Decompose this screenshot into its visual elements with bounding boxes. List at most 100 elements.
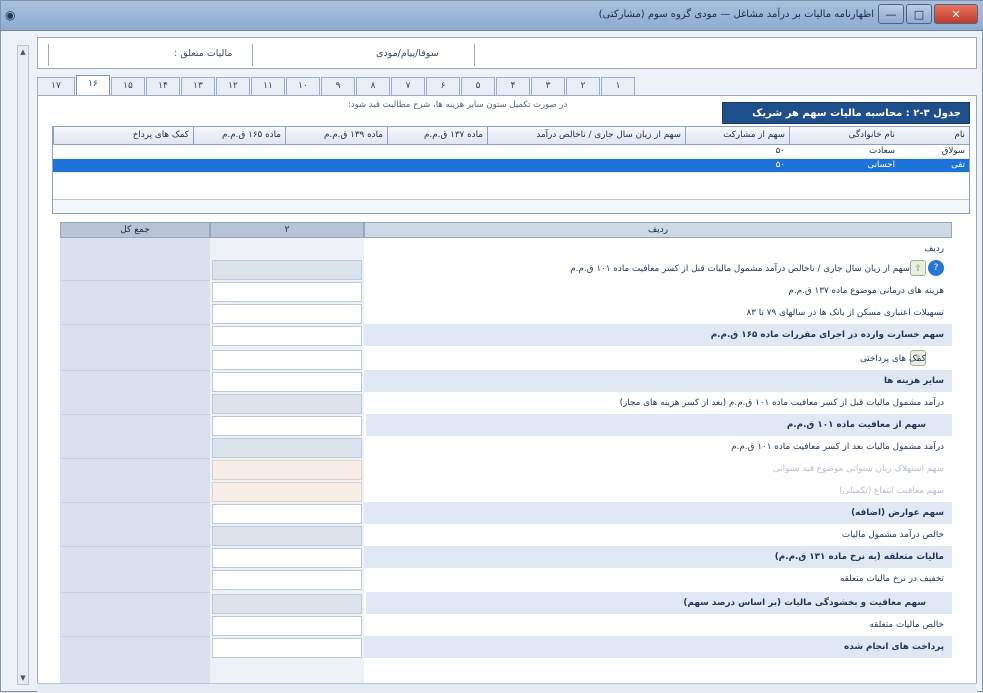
col-header-165[interactable]: ماده ۱۶۵ ق.م.م — [193, 127, 285, 145]
row-label: درآمد مشمول مالیات قبل از کسر معافیت ماد… — [619, 398, 944, 408]
value-field[interactable] — [212, 282, 362, 302]
tab-2[interactable]: ۲ — [566, 77, 600, 95]
row-label: سهم عوارض (اضافه) — [364, 502, 952, 524]
row-label: هزینه های درمانی موضوع ماده ۱۳۷ ق.م.م — [788, 286, 944, 296]
table-row[interactable]: سولاق سعادت ۵۰ — [53, 145, 969, 159]
tab-15[interactable]: ۱۵ — [111, 77, 145, 95]
row-share: ۵۰ — [775, 160, 785, 170]
value-field[interactable] — [212, 482, 362, 502]
row-share: ۵۰ — [775, 146, 785, 156]
partners-grid[interactable]: نام نام خانوادگی سهم از مشارکت سهم از زی… — [52, 126, 970, 214]
tab-8[interactable]: ۸ — [356, 77, 390, 95]
divider — [60, 636, 210, 637]
left-vertical-scrollbar[interactable]: ▲ ▼ — [17, 45, 29, 685]
col-header-income[interactable]: سهم از زیان سال جاری / ناخالص درآمد — [487, 127, 685, 145]
table-row-selected[interactable]: تقی احسانی ۵۰ — [53, 159, 969, 173]
col-header-name[interactable]: نام — [899, 127, 969, 145]
row-family: احسانی — [867, 160, 895, 170]
divider — [48, 44, 49, 66]
tab-12[interactable]: ۱۲ — [216, 77, 250, 95]
col-header-share[interactable]: سهم از مشارکت — [685, 127, 789, 145]
col-header-139[interactable]: ماده ۱۳۹ ق.م.م — [285, 127, 387, 145]
grid-header: نام نام خانوادگی سهم از مشارکت سهم از زی… — [53, 127, 969, 145]
row-label: پرداخت های انجام شده — [364, 636, 952, 658]
col-header-family[interactable]: نام خانوادگی — [789, 127, 899, 145]
calculation-panel: جمع کل ۲ ردیف ردیف ? ⇧ سهم از زیان سال ج… — [60, 222, 952, 684]
tab-5[interactable]: ۵ — [461, 77, 495, 95]
row-name: تقی — [951, 160, 965, 170]
value-field[interactable] — [212, 526, 362, 546]
value-field[interactable] — [212, 504, 362, 524]
app-icon: ◉ — [5, 8, 16, 22]
row-label: تخفیف در نرخ مالیات متعلقه — [839, 574, 944, 584]
maximize-button[interactable]: □ — [906, 4, 932, 24]
row-label: درآمد مشمول مالیات بعد از کسر معافیت ماد… — [731, 442, 944, 452]
company-label: سوفا/پیام/مودی — [376, 48, 439, 59]
tab-strip: ۱۷ ۱۶ ۱۵ ۱۴ ۱۳ ۱۲ ۱۱ ۱۰ ۹ ۸ ۷ ۶ ۵ ۴ ۳ ۲ … — [37, 75, 717, 95]
value-field[interactable] — [212, 594, 362, 614]
minimize-button[interactable]: — — [878, 4, 904, 24]
row-label: خالص درآمد مشمول مالیات — [841, 530, 944, 540]
tab-6[interactable]: ۶ — [426, 77, 460, 95]
row-label: ردیف — [924, 244, 944, 254]
col-header-label: ردیف — [364, 222, 952, 238]
tab-14[interactable]: ۱۴ — [146, 77, 180, 95]
income-tax-label: مالیات متعلق : — [174, 48, 233, 59]
divider — [60, 324, 210, 325]
row-label: سهم از معافیت ماده ۱۰۱ ق.م.م — [366, 414, 952, 436]
total-column — [60, 238, 210, 684]
tab-11[interactable]: ۱۱ — [251, 77, 285, 95]
value-field[interactable] — [212, 326, 362, 346]
section-heading: جدول ۳-۲ : محاسبه مالیات سهم هر شریک — [722, 102, 970, 124]
divider — [60, 370, 210, 371]
top-info-panel: مالیات متعلق : سوفا/پیام/مودی — [37, 37, 977, 69]
value-field[interactable] — [212, 638, 362, 658]
row-label: سهم خسارت وارده در اجرای مقررات ماده ۱۶۵… — [364, 324, 952, 346]
value-field[interactable] — [212, 416, 362, 436]
divider — [60, 280, 210, 281]
value-field[interactable] — [212, 616, 362, 636]
tab-9[interactable]: ۹ — [321, 77, 355, 95]
col-header-137[interactable]: ماده ۱۳۷ ق.م.م — [387, 127, 487, 145]
divider — [60, 414, 210, 415]
tab-content-panel: در صورت تکمیل ستون سایر هزینه ها، شرح مط… — [37, 95, 977, 685]
row-label: تسهیلات اعتباری مسکن از بانک ها در سالها… — [746, 308, 944, 318]
row-label: مالیات متعلقه (به نرخ ماده ۱۳۱ ق.م.م) — [364, 546, 952, 568]
hint-text: در صورت تکمیل ستون سایر هزینه ها، شرح مط… — [348, 100, 568, 110]
close-button[interactable]: ✕ — [934, 4, 978, 24]
value-field[interactable] — [212, 260, 362, 280]
value-field[interactable] — [212, 372, 362, 392]
row-label: سهم از زیان سال جاری / ناخالص درآمد مشمو… — [570, 264, 910, 274]
scroll-up-arrow-icon[interactable]: ▲ — [18, 46, 28, 58]
tab-16[interactable]: ۱۶ — [76, 75, 110, 95]
value-field[interactable] — [212, 304, 362, 324]
tab-17[interactable]: ۱۷ — [37, 77, 75, 95]
tab-13[interactable]: ۱۳ — [181, 77, 215, 95]
row-label: سهم استهلاک زیان سنواتی موضوع قید سنواتی — [772, 464, 944, 474]
value-field[interactable] — [212, 394, 362, 414]
value-field[interactable] — [212, 460, 362, 480]
divider — [60, 592, 210, 593]
tab-3[interactable]: ۳ — [531, 77, 565, 95]
tab-1[interactable]: ۱ — [601, 77, 635, 95]
tab-10[interactable]: ۱۰ — [286, 77, 320, 95]
value-field[interactable] — [212, 350, 362, 370]
row-label: خالص مالیات متعلقه — [869, 620, 944, 630]
row-family: سعادت — [869, 146, 895, 156]
main-window: ◉ اظهارنامه مالیات بر درآمد مشاغل — مودی… — [0, 0, 983, 693]
value-field[interactable] — [212, 570, 362, 590]
tab-7[interactable]: ۷ — [391, 77, 425, 95]
grid-horizontal-scrollbar[interactable] — [53, 199, 969, 213]
row-label: سهم معافیت و بخشودگی مالیات (بر اساس درص… — [366, 592, 952, 614]
row-label: کمک های پرداختی — [859, 354, 926, 364]
divider — [60, 502, 210, 503]
window-title: اظهارنامه مالیات بر درآمد مشاغل — مودی گ… — [598, 9, 874, 20]
value-field[interactable] — [212, 438, 362, 458]
value-field[interactable] — [212, 548, 362, 568]
row-label: سهم معافیت انتفاع (تکمیلی) — [839, 486, 944, 496]
col-header-partner: ۲ — [210, 222, 364, 238]
tab-4[interactable]: ۴ — [496, 77, 530, 95]
col-header-donations[interactable]: کمک های پرداخ — [53, 127, 193, 145]
row-name: سولاق — [941, 146, 965, 156]
scroll-down-arrow-icon[interactable]: ▼ — [18, 672, 28, 684]
